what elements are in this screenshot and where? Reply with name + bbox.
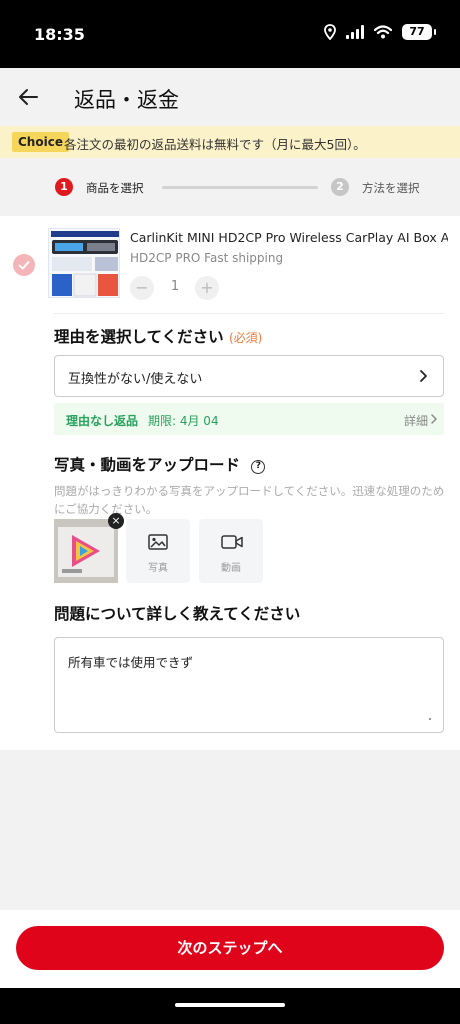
no-reason-return-bar[interactable]: 理由なし返品 期限: 4月 04 詳細 — [54, 403, 444, 435]
wifi-icon — [374, 25, 392, 39]
chevron-right-icon — [420, 370, 427, 382]
details-text: 所有車では使用できず — [68, 655, 194, 670]
location-icon — [324, 24, 336, 40]
header: 返品・返金 — [0, 68, 460, 126]
uploaded-photo-thumbnail[interactable] — [54, 519, 118, 583]
bottom-action-bar: 次のステップへ — [0, 910, 460, 988]
upload-title-text: 写真・動画をアップロード — [54, 456, 241, 474]
choice-banner: Choice 各注文の最初の返品送料は無料です（月に最大5回）。 — [0, 126, 460, 158]
no-reason-return-label: 理由なし返品 — [66, 414, 139, 428]
step-1-number: 1 — [55, 178, 73, 196]
quantity-increase-button[interactable]: + — [195, 276, 219, 300]
upload-section-title: 写真・動画をアップロード ? — [54, 453, 266, 475]
status-bar: 18:35 77 — [0, 0, 460, 68]
details-link[interactable]: 詳細 — [404, 412, 428, 429]
home-indicator[interactable] — [175, 1003, 285, 1007]
status-time: 18:35 — [34, 25, 85, 44]
checkmark-icon[interactable] — [13, 254, 35, 276]
step-progress-line — [162, 186, 318, 189]
step-indicator: 1 商品を選択 2 方法を選択 — [0, 158, 460, 216]
reason-title-text: 理由を選択してください — [54, 328, 224, 346]
return-deadline: 期限: 4月 04 — [148, 414, 219, 428]
step-2-number: 2 — [331, 178, 349, 196]
battery-icon: 77 — [402, 24, 436, 40]
details-section-title: 問題について詳しく教えてください — [54, 605, 301, 623]
upload-photo-button[interactable]: 写真 — [126, 519, 190, 583]
signal-icon — [346, 25, 364, 39]
product-image — [48, 228, 120, 298]
upload-video-button[interactable]: 動画 — [199, 519, 263, 583]
choice-badge: Choice — [12, 132, 69, 152]
next-step-button[interactable]: 次のステップへ — [16, 926, 444, 970]
reason-select[interactable]: 互換性がない/使えない — [54, 355, 444, 397]
upload-photo-label: 写真 — [148, 563, 168, 574]
banner-text: 各注文の最初の返品送料は無料です（月に最大5回）。 — [64, 137, 366, 152]
step-2-label: 方法を選択 — [362, 181, 420, 195]
details-textarea[interactable]: 所有車では使用できず — [54, 637, 444, 733]
quantity-value: 1 — [170, 279, 180, 294]
back-button[interactable] — [14, 82, 44, 112]
quantity-decrease-button[interactable]: − — [130, 276, 154, 300]
step-1-label: 商品を選択 — [86, 181, 144, 195]
divider — [54, 313, 444, 314]
remove-photo-button[interactable]: × — [108, 513, 124, 529]
home-bar-area — [0, 988, 460, 1024]
status-icons: 77 — [324, 24, 436, 40]
product-variant: HD2CP PRO Fast shipping — [130, 251, 284, 265]
chevron-right-icon — [431, 414, 437, 424]
reason-section-title: 理由を選択してください (必須) — [54, 325, 262, 347]
required-marker: (必須) — [228, 331, 263, 345]
upload-video-label: 動画 — [221, 563, 241, 574]
page-title: 返品・返金 — [74, 88, 179, 112]
return-form-card: CarlinKit MINI HD2CP Pro Wireless CarPla… — [0, 216, 460, 750]
resize-handle — [429, 718, 431, 720]
video-camera-icon — [221, 535, 243, 549]
arrow-left-icon — [19, 89, 38, 105]
image-icon — [148, 534, 168, 550]
help-icon[interactable]: ? — [251, 460, 266, 474]
product-name[interactable]: CarlinKit MINI HD2CP Pro Wireless CarPla… — [130, 230, 448, 245]
reason-selected-value: 互換性がない/使えない — [68, 372, 203, 387]
